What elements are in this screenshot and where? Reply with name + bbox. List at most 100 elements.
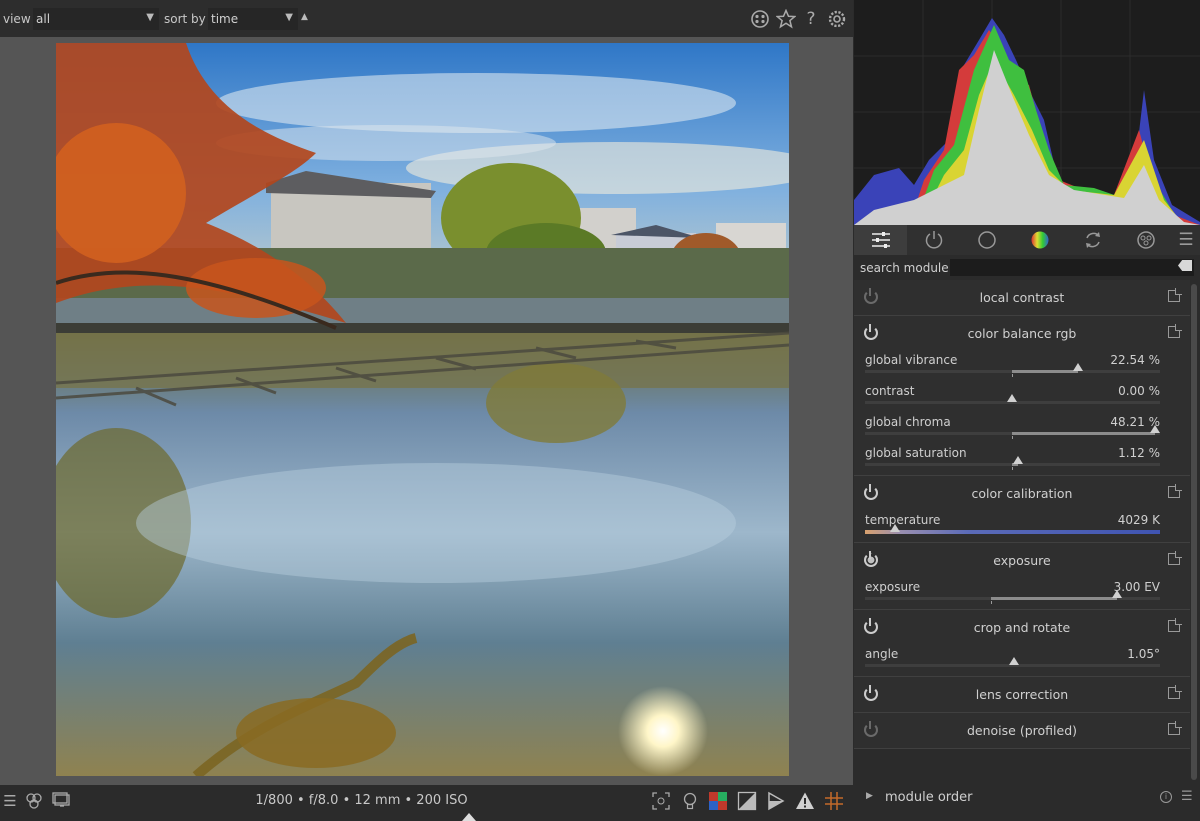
slider-track[interactable]	[865, 363, 1160, 377]
focus-peaking-icon[interactable]	[651, 791, 671, 811]
slider-handle[interactable]	[1007, 394, 1017, 402]
module-group-tabs: ☰	[854, 225, 1200, 255]
slider-fill	[1012, 432, 1155, 435]
search-input[interactable]	[950, 259, 1194, 276]
presets-icon[interactable]	[1168, 723, 1180, 735]
module-title: exposure	[993, 553, 1051, 568]
gear-icon[interactable]	[827, 9, 847, 29]
slider-track[interactable]	[865, 657, 1160, 667]
slider-track[interactable]	[865, 425, 1160, 439]
search-module-label: search module	[860, 261, 949, 275]
active-modules-icon[interactable]	[907, 225, 960, 255]
slider-label: global vibrance	[865, 353, 958, 367]
module-list-scrollbar[interactable]	[1191, 284, 1197, 780]
slider-global-vibrance[interactable]: global vibrance 22.54 %	[854, 351, 1190, 382]
histogram[interactable]	[854, 0, 1200, 225]
presets-icon[interactable]	[1168, 326, 1180, 338]
slider-zero-mark	[1012, 436, 1013, 439]
base-modules-icon[interactable]	[960, 225, 1013, 255]
slider-handle[interactable]	[1013, 456, 1023, 464]
slider-label: contrast	[865, 384, 915, 398]
slider-handle[interactable]	[1073, 363, 1083, 371]
dropdown-arrow-icon: ▼	[285, 12, 293, 23]
slider-track[interactable]	[865, 590, 1160, 604]
color-picker-icon[interactable]	[708, 791, 728, 811]
quick-access-icon[interactable]	[854, 225, 907, 255]
module-header[interactable]: denoise (profiled)	[854, 713, 1190, 748]
slider-temperature[interactable]: temperature 4029 K	[854, 511, 1190, 542]
guides-icon[interactable]	[824, 791, 844, 811]
slider-exposure[interactable]: exposure 3.00 EV	[854, 578, 1190, 609]
edited-photo[interactable]	[56, 43, 789, 776]
sort-order-icon[interactable]: ▲	[301, 12, 308, 22]
module-title: local contrast	[979, 290, 1065, 305]
module-title: color calibration	[971, 486, 1073, 501]
correct-modules-icon[interactable]	[1066, 225, 1119, 255]
grouping-icon[interactable]	[750, 9, 770, 29]
bulb-icon[interactable]	[680, 791, 700, 811]
slider-zero-mark	[1012, 374, 1013, 377]
view-filter-value: all	[36, 12, 51, 26]
slider-handle[interactable]	[890, 524, 900, 532]
module-title: crop and rotate	[973, 620, 1071, 635]
top-toolbar: view all ▼ sort by time ▼ ▲ ?	[0, 0, 853, 37]
slider-value: 0.00 %	[1118, 384, 1160, 398]
module-header[interactable]: lens correction	[854, 677, 1190, 712]
sort-label: sort by	[164, 12, 206, 26]
sort-by-combobox[interactable]: time ▼	[208, 8, 298, 30]
module-order-section[interactable]: ▶ module order i ☰	[854, 786, 1200, 810]
module-lens-correction: lens correction	[854, 677, 1190, 713]
slider-label: global chroma	[865, 415, 951, 429]
overexposed-icon[interactable]	[737, 791, 757, 811]
presets-icon[interactable]	[1168, 553, 1180, 565]
presets-icon[interactable]	[1168, 620, 1180, 632]
gamut-check-icon[interactable]	[795, 791, 815, 811]
bottom-toolbar: ☰ 1/800 • f/8.0 • 12 mm • 200 ISO	[0, 785, 853, 821]
module-local-contrast: local contrast	[854, 280, 1190, 316]
slider-handle[interactable]	[1112, 590, 1122, 598]
slider-handle[interactable]	[1150, 425, 1160, 433]
darkroom-center-view	[0, 37, 853, 785]
module-header[interactable]: crop and rotate	[854, 610, 1190, 645]
softproof-icon[interactable]	[766, 791, 786, 811]
slider-handle[interactable]	[1009, 657, 1019, 665]
help-icon[interactable]: ?	[801, 9, 821, 29]
slider-angle[interactable]: angle 1.05°	[854, 645, 1190, 676]
slider-value: 4029 K	[1117, 513, 1160, 527]
view-filter-combobox[interactable]: all ▼	[33, 8, 159, 30]
bottom-panel-toggle-icon[interactable]	[462, 813, 476, 821]
slider-label: global saturation	[865, 446, 967, 460]
star-icon[interactable]	[775, 8, 797, 29]
slider-label: temperature	[865, 513, 941, 527]
module-title: denoise (profiled)	[966, 723, 1078, 738]
temperature-gradient-track[interactable]	[865, 524, 1160, 534]
effect-modules-icon[interactable]	[1119, 225, 1172, 255]
module-header[interactable]: color balance rgb	[854, 316, 1190, 351]
slider-track[interactable]	[865, 456, 1160, 470]
sort-by-value: time	[211, 12, 239, 26]
module-header[interactable]: exposure	[854, 543, 1190, 578]
dropdown-arrow-icon: ▼	[146, 12, 154, 23]
module-header[interactable]: color calibration	[854, 476, 1190, 511]
module-title: lens correction	[975, 687, 1069, 702]
color-modules-icon[interactable]	[1013, 225, 1066, 255]
hamburger-icon[interactable]: ☰	[1172, 225, 1200, 255]
slider-global-saturation[interactable]: global saturation 1.12 %	[854, 444, 1190, 475]
hamburger-icon[interactable]: ☰	[1181, 789, 1193, 804]
presets-icon[interactable]	[1168, 486, 1180, 498]
slider-fill	[991, 597, 1117, 600]
module-order-label: module order	[885, 790, 973, 805]
image-exif-info: 1/800 • f/8.0 • 12 mm • 200 ISO	[255, 793, 468, 808]
expand-arrow-icon[interactable]: ▶	[866, 791, 873, 801]
module-denoise-profiled: denoise (profiled)	[854, 713, 1190, 749]
slider-contrast[interactable]: contrast 0.00 %	[854, 382, 1190, 413]
module-header[interactable]: local contrast	[854, 280, 1190, 315]
module-exposure: exposure exposure 3.00 EV	[854, 543, 1190, 610]
module-crop-and-rotate: crop and rotate angle 1.05°	[854, 610, 1190, 677]
presets-icon[interactable]	[1168, 290, 1180, 302]
slider-track[interactable]	[865, 394, 1160, 404]
presets-icon[interactable]	[1168, 687, 1180, 699]
right-panel: ☰ search module local contrast color bal…	[854, 0, 1200, 821]
slider-global-chroma[interactable]: global chroma 48.21 %	[854, 413, 1190, 444]
info-icon[interactable]: i	[1160, 791, 1172, 803]
